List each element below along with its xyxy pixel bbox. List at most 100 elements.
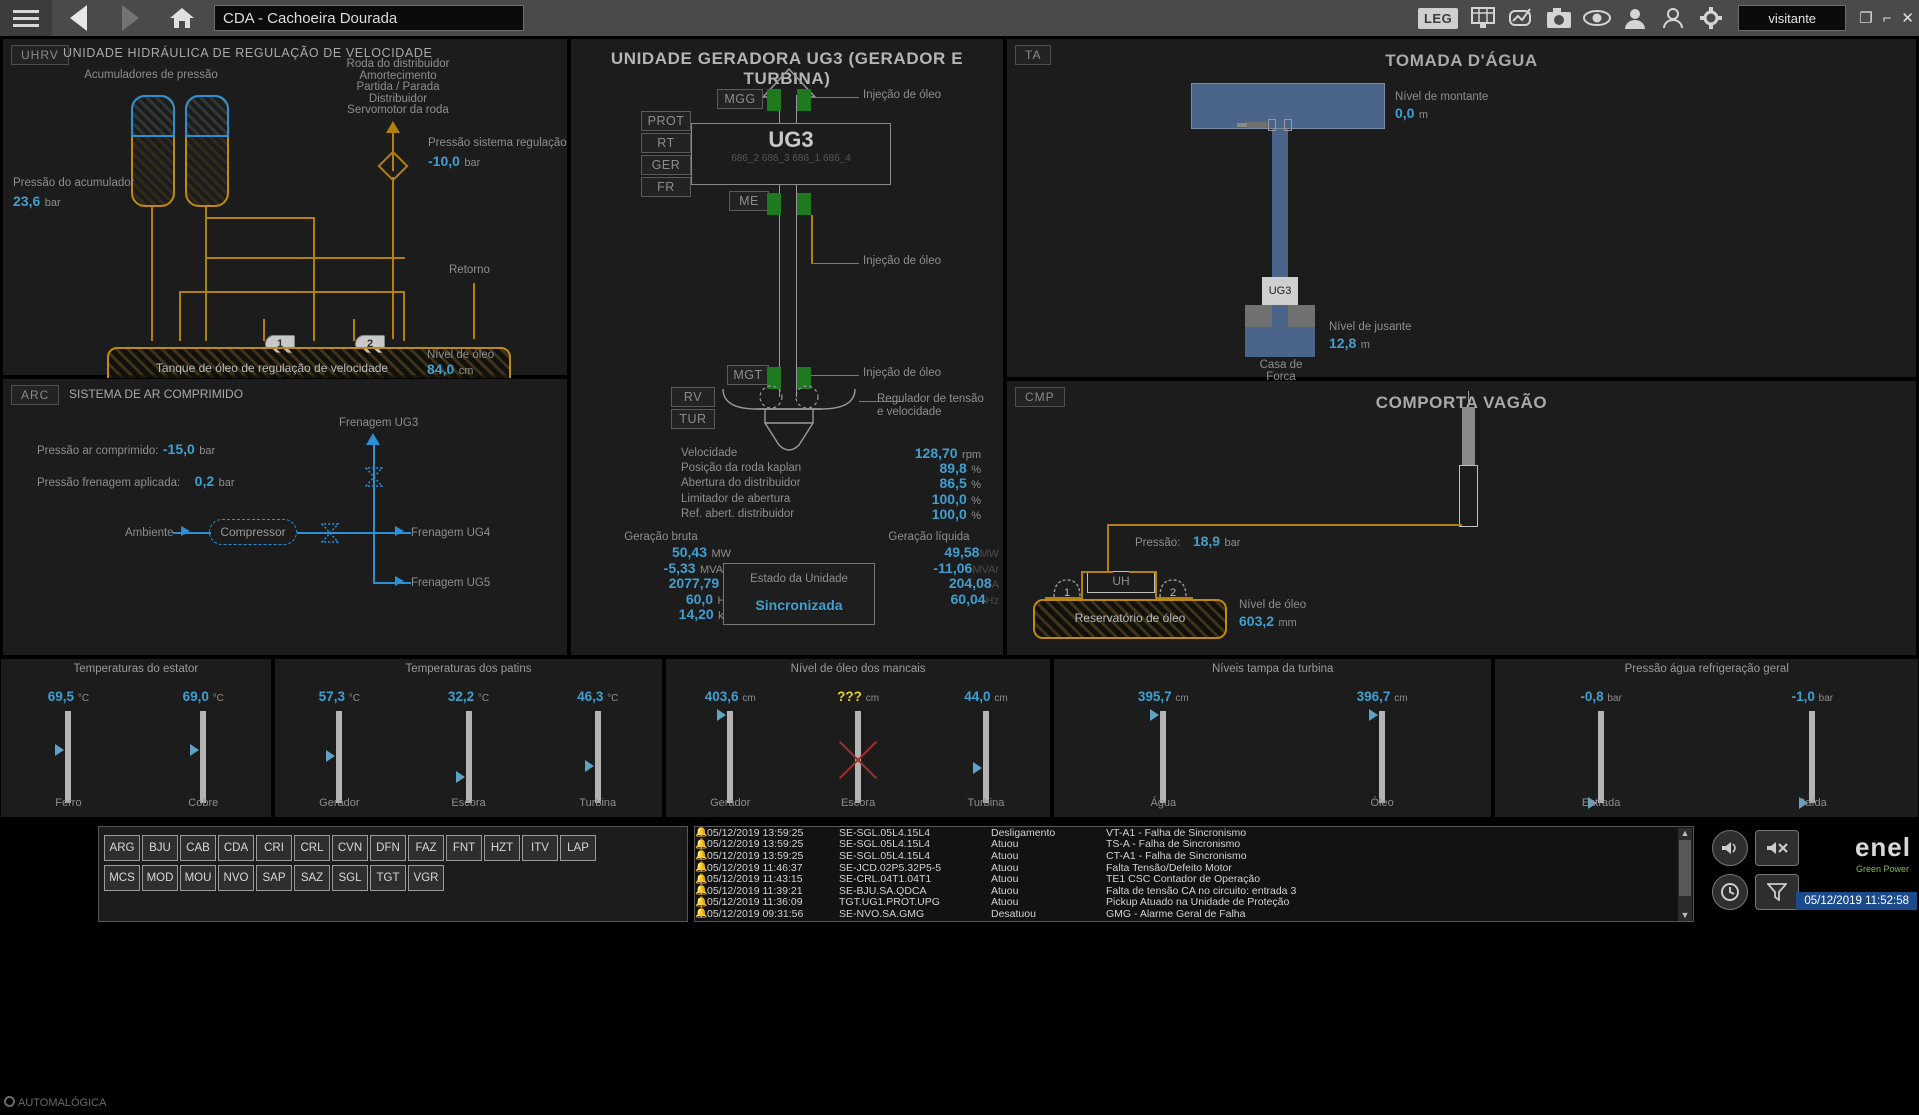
cmp-pump-2-icon[interactable]: 2	[1157, 577, 1189, 599]
site-button-itv[interactable]: ITV	[522, 835, 558, 861]
gauge-gerador[interactable]: 403,6 cm Gerador	[666, 675, 794, 811]
alarm-scrollbar[interactable]: ▲ ▼	[1678, 828, 1692, 921]
site-button-hzt[interactable]: HZT	[484, 835, 520, 861]
unit-block-ug3[interactable]: UG3	[1262, 277, 1298, 305]
home-icon[interactable]	[156, 0, 208, 36]
site-button-nvo[interactable]: NVO	[218, 865, 254, 891]
site-button-crl[interactable]: CRL	[294, 835, 330, 861]
site-button-tgt[interactable]: TGT	[370, 865, 406, 891]
gauge-turbina[interactable]: 46,3 °C Turbina	[533, 675, 662, 811]
mgt-callout-line	[811, 375, 859, 376]
site-button-cab[interactable]: CAB	[180, 835, 216, 861]
alarm-row[interactable]: 🔔 05/12/2019 11:39:21 SE-BJU.SA.QDCA Atuou F…	[695, 885, 1693, 897]
uhrv-tag[interactable]: UHRV	[11, 45, 69, 65]
restore-window-icon[interactable]: ❐	[1854, 9, 1877, 27]
eye-icon[interactable]	[1578, 0, 1616, 36]
alarm-point: SE-CRL.04T1.04T1	[839, 873, 932, 886]
minimize-window-icon[interactable]: ⌐	[1878, 10, 1897, 27]
site-button-cvn[interactable]: CVN	[332, 835, 368, 861]
alarm-row[interactable]: 🔔 05/12/2019 09:31:56 SE-NVO.SA.GMG Desatuo…	[695, 908, 1693, 920]
sound-mute-icon[interactable]	[1755, 830, 1799, 866]
tag-rv[interactable]: RV	[671, 387, 715, 407]
gross-value-4: 14,20	[678, 606, 714, 622]
alarm-row[interactable]: 🔔 05/12/2019 13:59:25 SE-SGL.05L4.15L4 Atuo…	[695, 838, 1693, 850]
tag-mgt[interactable]: MGT	[727, 365, 769, 385]
forward-icon[interactable]	[104, 0, 156, 36]
gauge-bar	[1379, 711, 1386, 803]
gauge-entrada[interactable]: -0,8 bar Entrada	[1495, 675, 1706, 811]
gauge-bar	[982, 711, 989, 803]
compressor-node[interactable]: Compressor	[209, 519, 297, 545]
top-toolbar: CDA - Cachoeira Dourada LEG visitante ❐ …	[0, 0, 1919, 36]
site-button-vgr[interactable]: VGR	[408, 865, 444, 891]
tag-fr[interactable]: FR	[641, 177, 691, 197]
back-icon[interactable]	[52, 0, 104, 36]
gauge-gerador[interactable]: 57,3 °C Gerador	[275, 675, 404, 811]
site-button-dfn[interactable]: DFN	[370, 835, 406, 861]
gauge-saída[interactable]: -1,0 bar Saída	[1707, 675, 1918, 811]
site-button-lap[interactable]: LAP	[560, 835, 596, 861]
filter-icon[interactable]	[1755, 874, 1799, 910]
alarm-event-list[interactable]: 🔔 05/12/2019 13:59:25 SE-SGL.05L4.15L4 Desl…	[694, 826, 1694, 922]
site-button-cda[interactable]: CDA	[218, 835, 254, 861]
cmp-pump-1-icon[interactable]: 1	[1051, 577, 1083, 599]
tag-rt[interactable]: RT	[641, 133, 691, 153]
gauge-água[interactable]: 395,7 cm Água	[1054, 675, 1273, 811]
trend-icon[interactable]	[1502, 0, 1540, 36]
gauge-cobre[interactable]: 69,0 °C Cobre	[136, 675, 271, 811]
alarm-row[interactable]: 🔔 05/12/2019 13:59:25 SE-SGL.05L4.15L4 Desl…	[695, 827, 1693, 839]
gross-generation-title: Geração bruta	[624, 531, 698, 543]
gauge-turbina[interactable]: 44,0 cm Turbina	[922, 675, 1050, 811]
address-bar[interactable]: CDA - Cachoeira Dourada	[214, 5, 524, 31]
site-button-faz[interactable]: FAZ	[408, 835, 444, 861]
site-button-sap[interactable]: SAP	[256, 865, 292, 891]
close-window-icon[interactable]: ✕	[1896, 9, 1919, 27]
site-button-mod[interactable]: MOD	[142, 865, 178, 891]
tag-prot[interactable]: PROT	[641, 111, 691, 131]
site-button-fnt[interactable]: FNT	[446, 835, 482, 861]
camera-icon[interactable]	[1540, 0, 1578, 36]
legend-button[interactable]: LEG	[1417, 7, 1459, 29]
arc-pipe-in	[173, 532, 211, 534]
scroll-down-arrow[interactable]: ▼	[1678, 910, 1692, 921]
tag-me[interactable]: ME	[729, 191, 769, 211]
alarm-row[interactable]: 🔔 05/12/2019 11:36:09 TGT.UG1.PROT.UPG Atuo…	[695, 896, 1693, 908]
alarm-row[interactable]: 🔔 05/12/2019 11:43:15 SE-CRL.04T1.04T1 Atuo…	[695, 873, 1693, 885]
site-button-cri[interactable]: CRI	[256, 835, 292, 861]
alarm-row[interactable]: 🔔 05/12/2019 11:46:37 SE-JCD.02P5.32P5-5 At…	[695, 862, 1693, 874]
unit-state-box[interactable]: Estado da Unidade Sincronizada	[723, 563, 875, 625]
gauge-ferro[interactable]: 69,5 °C Ferro	[1, 675, 136, 811]
gauge-group-title: Pressão água refrigeração geral	[1624, 663, 1789, 675]
scroll-up-arrow[interactable]: ▲	[1678, 828, 1692, 840]
sound-on-icon[interactable]	[1712, 830, 1748, 866]
toolbar-right-icons: LEG visitante ❐ ⌐ ✕	[1417, 0, 1919, 36]
metric-value-1: 89,8	[939, 460, 967, 477]
tag-mgg[interactable]: MGG	[717, 89, 763, 109]
cmp-pressure-block: Pressão: 18,9 bar	[1135, 533, 1240, 551]
site-button-mcs[interactable]: MCS	[104, 865, 140, 891]
site-button-arg[interactable]: ARG	[104, 835, 140, 861]
site-button-mou[interactable]: MOU	[180, 865, 216, 891]
site-button-bju[interactable]: BJU	[142, 835, 178, 861]
user-filled-icon[interactable]	[1616, 0, 1654, 36]
person-outline-icon[interactable]	[1654, 0, 1692, 36]
grid-icon[interactable]	[1464, 0, 1502, 36]
alarm-bell-icon: 🔔	[695, 862, 708, 874]
gauge-óleo[interactable]: 396,7 cm Óleo	[1273, 675, 1492, 811]
tag-tur[interactable]: TUR	[671, 409, 715, 429]
gate-cylinder-body[interactable]	[1459, 465, 1478, 527]
hamburger-menu-icon[interactable]	[0, 0, 52, 36]
panel-comporta-vagao: CMP COMPORTA VAGÃO Pressão: 18,9 bar UH …	[1006, 380, 1917, 656]
arc-tag[interactable]: ARC	[11, 385, 60, 405]
site-button-saz[interactable]: SAZ	[294, 865, 330, 891]
tag-ger[interactable]: GER	[641, 155, 691, 175]
history-clock-icon[interactable]	[1712, 874, 1748, 910]
alarm-row[interactable]: 🔔 05/12/2019 13:59:25 SE-SGL.05L4.15L4 Atuo…	[695, 850, 1693, 862]
scroll-thumb[interactable]	[1679, 840, 1691, 896]
site-button-sgl[interactable]: SGL	[332, 865, 368, 891]
gauge-escora[interactable]: ??? cm Escora	[794, 675, 922, 811]
gauge-bar	[200, 711, 207, 803]
user-name-field[interactable]: visitante	[1738, 5, 1847, 31]
gauge-escora[interactable]: 32,2 °C Escora	[404, 675, 533, 811]
gear-icon[interactable]	[1692, 0, 1730, 36]
